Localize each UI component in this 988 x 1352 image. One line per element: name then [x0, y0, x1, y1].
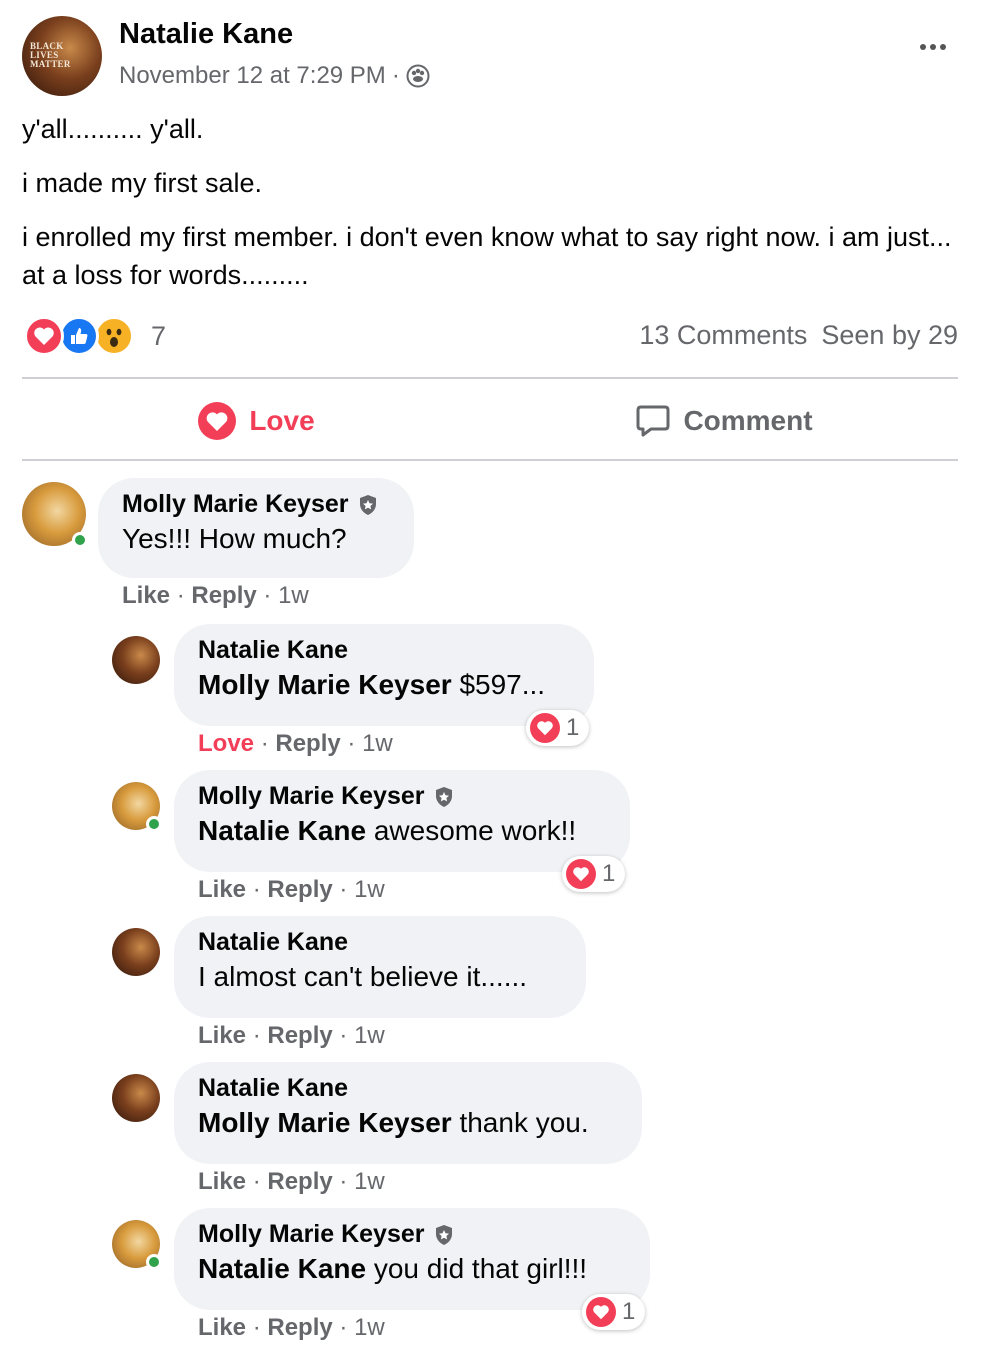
post-stats: 7 13 Comments Seen by 29: [22, 314, 958, 358]
post-paragraph: i made my first sale.: [22, 168, 263, 198]
comment-author[interactable]: Molly Marie Keyser: [198, 1220, 425, 1249]
reply-link[interactable]: Reply: [275, 730, 340, 757]
comment-bubble: Natalie Kane Molly Marie Keyser thank yo…: [174, 1062, 642, 1164]
comment-author[interactable]: Natalie Kane: [198, 636, 348, 665]
mention-link[interactable]: Molly Marie Keyser: [198, 669, 452, 700]
seen-by-link[interactable]: Seen by 29: [821, 320, 958, 351]
comment-bubble: Molly Marie Keyser Natalie Kane awesome …: [174, 770, 630, 872]
comment-bubble: Natalie Kane Molly Marie Keyser $597...: [174, 624, 594, 726]
love-button-label: Love: [249, 405, 315, 436]
comments-count-link[interactable]: 13 Comments: [639, 320, 807, 351]
post-timestamp[interactable]: November 12 at 7:29 PM: [119, 62, 386, 90]
comment-reaction-count: 1: [622, 1298, 636, 1325]
avatar[interactable]: [112, 1220, 162, 1270]
comment-time[interactable]: 1w: [354, 876, 385, 903]
like-link[interactable]: Like: [122, 582, 170, 609]
love-icon: [24, 316, 64, 356]
reaction-count: 7: [151, 320, 167, 351]
mention-link[interactable]: Natalie Kane: [198, 815, 366, 846]
comment-time[interactable]: 1w: [354, 1168, 385, 1195]
post-author-name[interactable]: Natalie Kane: [119, 18, 293, 51]
comment-actions: Like · Reply · 1w: [198, 876, 385, 903]
comment-author[interactable]: Molly Marie Keyser: [198, 782, 425, 811]
online-status-dot: [72, 532, 88, 548]
comment-text: Molly Marie Keyser $597...: [198, 669, 546, 700]
comment-button-label: Comment: [683, 405, 813, 436]
comment-bubble: Natalie Kane I almost can't believe it..…: [174, 916, 586, 1018]
love-icon: [566, 859, 596, 889]
love-button[interactable]: Love: [22, 382, 490, 460]
group-icon[interactable]: [406, 64, 430, 88]
reply-link[interactable]: Reply: [267, 1022, 332, 1049]
comment-author[interactable]: Natalie Kane: [198, 1074, 348, 1103]
avatar[interactable]: [112, 928, 160, 976]
comment-actions: Like · Reply · 1w: [198, 1314, 385, 1341]
comment-icon: [636, 405, 670, 437]
avatar[interactable]: [112, 782, 162, 832]
comment-reaction-pill[interactable]: 1: [526, 710, 590, 746]
reply-link[interactable]: Reply: [267, 876, 332, 903]
comment-actions: Love · Reply · 1w: [198, 730, 393, 757]
avatar[interactable]: [112, 1074, 160, 1122]
action-bar: Love Comment: [22, 382, 958, 460]
comment-text: I almost can't believe it......: [198, 961, 528, 992]
online-status-dot: [146, 816, 162, 832]
divider: [22, 377, 958, 379]
reaction-summary[interactable]: 7: [24, 316, 166, 356]
comment-reaction-pill[interactable]: 1: [582, 1294, 646, 1330]
like-link[interactable]: Like: [198, 876, 246, 903]
like-link[interactable]: Like: [198, 1022, 246, 1049]
verified-badge-icon: [435, 1224, 452, 1245]
like-link[interactable]: Like: [198, 1314, 246, 1341]
reply-link[interactable]: Reply: [191, 582, 256, 609]
mention-link[interactable]: Natalie Kane: [198, 1253, 366, 1284]
meta-separator: ·: [391, 62, 400, 89]
comment-time[interactable]: 1w: [354, 1022, 385, 1049]
comment-actions: Like · Reply · 1w: [198, 1168, 385, 1195]
author-avatar[interactable]: BLACK LIVES MATTER: [22, 16, 102, 96]
comment-time[interactable]: 1w: [278, 582, 309, 609]
verified-badge-icon: [435, 786, 452, 807]
reply-link[interactable]: Reply: [267, 1168, 332, 1195]
comment-author[interactable]: Natalie Kane: [198, 928, 348, 957]
like-link[interactable]: Like: [198, 1168, 246, 1195]
reply-link[interactable]: Reply: [267, 1314, 332, 1341]
like-icon: [59, 316, 99, 356]
comment-time[interactable]: 1w: [362, 730, 393, 757]
love-icon: [530, 713, 560, 743]
post-body: y'all.......... y'all. i made my first s…: [22, 110, 966, 310]
post-paragraph: i enrolled my first member. i don't even…: [22, 222, 952, 290]
comment-reaction-count: 1: [566, 714, 580, 741]
comment-text: Molly Marie Keyser thank you.: [198, 1107, 589, 1138]
verified-badge-icon: [359, 494, 376, 515]
stats-right: 13 Comments Seen by 29: [639, 320, 958, 351]
avatar[interactable]: [112, 636, 160, 684]
comment-actions: Like · Reply · 1w: [198, 1022, 385, 1049]
love-link[interactable]: Love: [198, 730, 254, 757]
comment-button[interactable]: Comment: [490, 382, 958, 460]
more-options-icon[interactable]: [920, 44, 946, 50]
comment-time[interactable]: 1w: [354, 1314, 385, 1341]
post-header: BLACK LIVES MATTER Natalie Kane November…: [22, 16, 966, 98]
post-meta: November 12 at 7:29 PM ·: [119, 62, 430, 90]
divider: [22, 459, 958, 461]
love-icon: [198, 402, 237, 440]
comment-bubble: Molly Marie Keyser Yes!!! How much?: [98, 478, 414, 578]
comment-author[interactable]: Molly Marie Keyser: [122, 490, 349, 519]
post-paragraph: y'all.......... y'all.: [22, 114, 204, 144]
comment-reaction-pill[interactable]: 1: [562, 856, 626, 892]
comment-text: Natalie Kane you did that girl!!!: [198, 1253, 588, 1284]
comment-text: Yes!!! How much?: [122, 523, 347, 554]
comment-reaction-count: 1: [602, 860, 616, 887]
avatar-logo-text: BLACK LIVES MATTER: [30, 41, 71, 69]
mention-link[interactable]: Molly Marie Keyser: [198, 1107, 452, 1138]
comment-text: Natalie Kane awesome work!!: [198, 815, 577, 846]
online-status-dot: [146, 1254, 162, 1270]
wow-icon: [94, 316, 134, 356]
comment-bubble: Molly Marie Keyser Natalie Kane you did …: [174, 1208, 650, 1310]
avatar[interactable]: [22, 482, 88, 548]
love-icon: [586, 1297, 616, 1327]
comment-actions: Like · Reply · 1w: [122, 582, 309, 609]
